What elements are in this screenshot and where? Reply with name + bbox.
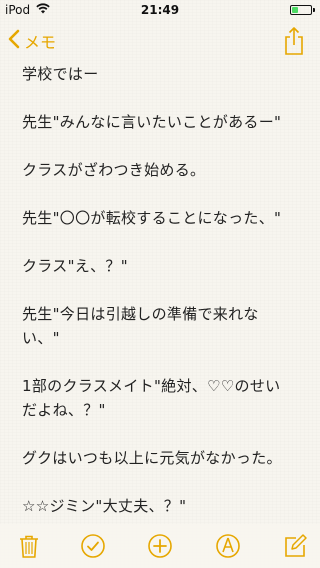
note-blank-line bbox=[22, 86, 306, 110]
note-line: クラス"え、？" bbox=[22, 257, 128, 275]
note-blank-line bbox=[22, 134, 306, 158]
note-line: 1部のクラスメイト"絶対、♡♡のせい bbox=[22, 377, 281, 395]
add-button[interactable] bbox=[146, 532, 174, 560]
note-blank-line bbox=[22, 230, 306, 254]
battery-cap bbox=[313, 8, 315, 12]
note-line: クラスがざわつき始める。 bbox=[22, 161, 206, 179]
note-body[interactable]: 学校ではー先生"みんなに言いたいことがあるー" クラスがざわつき始める。先生"〇〇… bbox=[22, 62, 306, 518]
note-blank-line bbox=[22, 350, 306, 374]
share-button[interactable] bbox=[282, 26, 306, 56]
note-blank-line bbox=[22, 182, 306, 206]
note-line: 学校ではー bbox=[22, 65, 99, 83]
note-line: 先生"みんなに言いたいことがあるー" bbox=[22, 113, 282, 131]
note-line: グクはいつも以上に元気がなかった。 bbox=[22, 449, 282, 467]
note-line: だよね、？" bbox=[22, 401, 106, 419]
battery-icon bbox=[290, 5, 315, 15]
sketch-button[interactable] bbox=[214, 532, 242, 560]
note-line: 先生"〇〇が転校することになった、" bbox=[22, 209, 282, 227]
add-circle-icon bbox=[148, 534, 172, 558]
note-line: い、" bbox=[22, 329, 60, 347]
bottom-toolbar bbox=[0, 524, 320, 568]
note-line: ☆☆ジミン"大丈夫、？" bbox=[22, 497, 187, 515]
sketch-icon bbox=[216, 534, 240, 558]
note-blank-line bbox=[22, 470, 306, 494]
checkmark-circle-icon bbox=[81, 534, 105, 558]
status-bar: iPod 21:49 bbox=[0, 0, 320, 20]
share-icon bbox=[285, 27, 303, 55]
note-blank-line bbox=[22, 422, 306, 446]
compose-button[interactable] bbox=[281, 532, 309, 560]
trash-button[interactable] bbox=[15, 532, 43, 560]
note-line: 先生"今日は引越しの準備で来れな bbox=[22, 305, 259, 323]
compose-icon bbox=[285, 534, 307, 557]
status-time: 21:49 bbox=[140, 3, 180, 17]
nav-bar: メモ bbox=[0, 20, 320, 64]
trash-icon bbox=[20, 535, 38, 558]
checklist-button[interactable] bbox=[79, 532, 107, 560]
battery-fill bbox=[292, 7, 298, 13]
back-button[interactable]: メモ bbox=[8, 29, 56, 53]
note-blank-line bbox=[22, 278, 306, 302]
back-label: メモ bbox=[24, 33, 57, 52]
chevron-left-icon bbox=[8, 29, 20, 53]
